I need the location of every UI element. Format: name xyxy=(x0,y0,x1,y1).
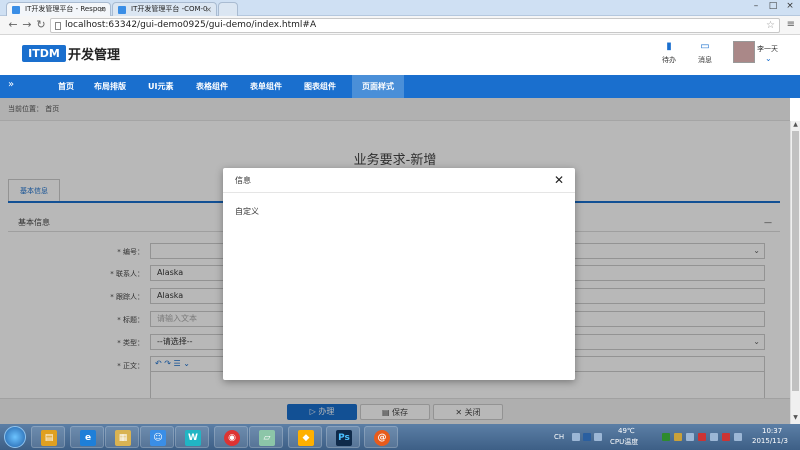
page-icon xyxy=(55,22,61,30)
browser-tab-inactive[interactable]: IT开发管理平台 -COM-0 × xyxy=(112,2,217,16)
clock-date[interactable]: 2015/11/3 xyxy=(752,437,788,445)
chat-icon: ◆ xyxy=(298,430,314,446)
reload-icon[interactable]: ↻ xyxy=(34,18,48,32)
chevron-down-icon[interactable]: ⌄ xyxy=(765,54,772,63)
cpu-temperature-label: CPU温度 xyxy=(610,438,639,446)
alert-icon[interactable] xyxy=(698,433,706,441)
logo: ITDM xyxy=(22,45,66,62)
chrome-icon: ◉ xyxy=(224,430,240,446)
network-icon[interactable] xyxy=(674,433,682,441)
dialog-body: 自定义 xyxy=(235,207,259,216)
url-text: localhost:63342/gui-demo0925/gui-demo/in… xyxy=(65,20,317,30)
ie-icon: e xyxy=(80,430,96,446)
favicon-icon xyxy=(12,6,20,14)
webstorm-icon: W xyxy=(185,430,201,446)
nav-item-form[interactable]: 表单组件 xyxy=(246,75,286,98)
bookmark-star-icon[interactable]: ☆ xyxy=(766,19,775,32)
browser-menu-icon[interactable]: ≡ xyxy=(787,19,795,30)
modal-overlay-top xyxy=(0,98,790,121)
taskbar-app-explorer[interactable]: ▤ xyxy=(31,426,65,448)
nav-item-layout[interactable]: 布局排版 xyxy=(90,75,130,98)
help-icon[interactable] xyxy=(583,433,591,441)
taskbar-app-files[interactable]: ▦ xyxy=(105,426,139,448)
message-button[interactable]: ▭ 消息 xyxy=(690,41,720,65)
start-button[interactable] xyxy=(4,426,26,448)
minimize-icon[interactable]: – xyxy=(748,0,764,13)
taskbar: ▤ e ▦ ☺ W ◉ ▱ ◆ Ps @ CH 49℃ CPU温度 10:37 … xyxy=(0,424,800,450)
todo-label: 待办 xyxy=(662,56,676,64)
main-nav: » 首页 布局排版 UI元素 表格组件 表单组件 图表组件 页面样式 xyxy=(0,75,800,98)
dialog-header: 信息 ✕ xyxy=(223,168,575,193)
bar-chart-icon: ▮ xyxy=(666,41,672,52)
swirl-icon: @ xyxy=(374,430,390,446)
maximize-icon[interactable]: □ xyxy=(765,0,781,13)
taskbar-app-qq[interactable]: ◆ xyxy=(288,426,322,448)
language-indicator[interactable]: CH xyxy=(554,433,564,441)
scroll-up-icon[interactable]: ▲ xyxy=(791,121,800,130)
tab-title: IT开发管理平台 - Respon xyxy=(25,5,106,13)
double-chevron-right-icon[interactable]: » xyxy=(8,79,14,90)
scroll-down-icon[interactable]: ▼ xyxy=(791,414,800,423)
close-icon[interactable]: ✕ xyxy=(553,173,565,187)
folder-icon: ▤ xyxy=(41,430,57,446)
keyboard-icon[interactable] xyxy=(572,433,580,441)
cpu-temperature: 49℃ xyxy=(618,427,635,435)
forward-arrow-icon[interactable]: → xyxy=(20,18,34,32)
new-tab-button[interactable] xyxy=(218,2,238,16)
taskbar-app-notes[interactable]: ▱ xyxy=(249,426,283,448)
info-dialog: 信息 ✕ 自定义 xyxy=(223,168,575,380)
photoshop-icon: Ps xyxy=(336,430,352,446)
nav-item-home[interactable]: 首页 xyxy=(54,75,78,98)
address-bar-row: ← → ↻ localhost:63342/gui-demo0925/gui-d… xyxy=(0,16,800,35)
nav-item-page-style[interactable]: 页面样式 xyxy=(352,75,404,98)
dialog-title: 信息 xyxy=(235,176,251,185)
app-title: 开发管理 xyxy=(68,48,121,63)
username[interactable]: 李一天 xyxy=(757,44,778,54)
shield-icon[interactable] xyxy=(662,433,670,441)
system-tray: CH 49℃ CPU温度 10:37 2015/11/3 xyxy=(550,424,800,450)
contacts-icon: ☺ xyxy=(150,430,166,446)
browser-tab-bar: IT开发管理平台 - Respon × IT开发管理平台 -COM-0 × – … xyxy=(0,0,800,16)
volume-icon[interactable] xyxy=(734,433,742,441)
back-arrow-icon[interactable]: ← xyxy=(6,18,20,32)
notes-icon: ▱ xyxy=(259,430,275,446)
close-window-icon[interactable]: × xyxy=(782,0,798,13)
avatar[interactable] xyxy=(733,41,755,63)
scroll-thumb[interactable] xyxy=(792,131,799,391)
wifi-icon[interactable] xyxy=(722,433,730,441)
taskbar-app-chrome[interactable]: ◉ xyxy=(214,426,248,448)
nav-item-chart[interactable]: 图表组件 xyxy=(300,75,340,98)
taskbar-app-swirl[interactable]: @ xyxy=(364,426,398,448)
url-field[interactable]: localhost:63342/gui-demo0925/gui-demo/in… xyxy=(50,18,780,33)
clock-time[interactable]: 10:37 xyxy=(762,427,782,435)
taskbar-app-contacts[interactable]: ☺ xyxy=(140,426,174,448)
app-header: ITDM 开发管理 ▮ 待办 ▭ 消息 李一天 ⌄ xyxy=(0,35,800,75)
close-tab-icon[interactable]: × xyxy=(99,3,106,16)
files-icon: ▦ xyxy=(115,430,131,446)
nav-item-ui-elements[interactable]: UI元素 xyxy=(144,75,177,98)
todo-button[interactable]: ▮ 待办 xyxy=(654,41,684,65)
favicon-icon xyxy=(118,6,126,14)
close-tab-icon[interactable]: × xyxy=(205,3,212,16)
taskbar-app-ie[interactable]: e xyxy=(70,426,104,448)
page-scrollbar[interactable]: ▲ ▼ xyxy=(790,121,800,424)
usb-icon[interactable] xyxy=(686,433,694,441)
taskbar-app-photoshop[interactable]: Ps xyxy=(326,426,360,448)
tab-title: IT开发管理平台 -COM-0 xyxy=(131,5,208,13)
nav-item-table[interactable]: 表格组件 xyxy=(192,75,232,98)
taskbar-app-webstorm[interactable]: W xyxy=(175,426,209,448)
message-label: 消息 xyxy=(698,56,712,64)
browser-tab-active[interactable]: IT开发管理平台 - Respon × xyxy=(6,2,111,16)
settings-icon[interactable] xyxy=(594,433,602,441)
battery-icon[interactable] xyxy=(710,433,718,441)
message-icon: ▭ xyxy=(700,41,710,52)
